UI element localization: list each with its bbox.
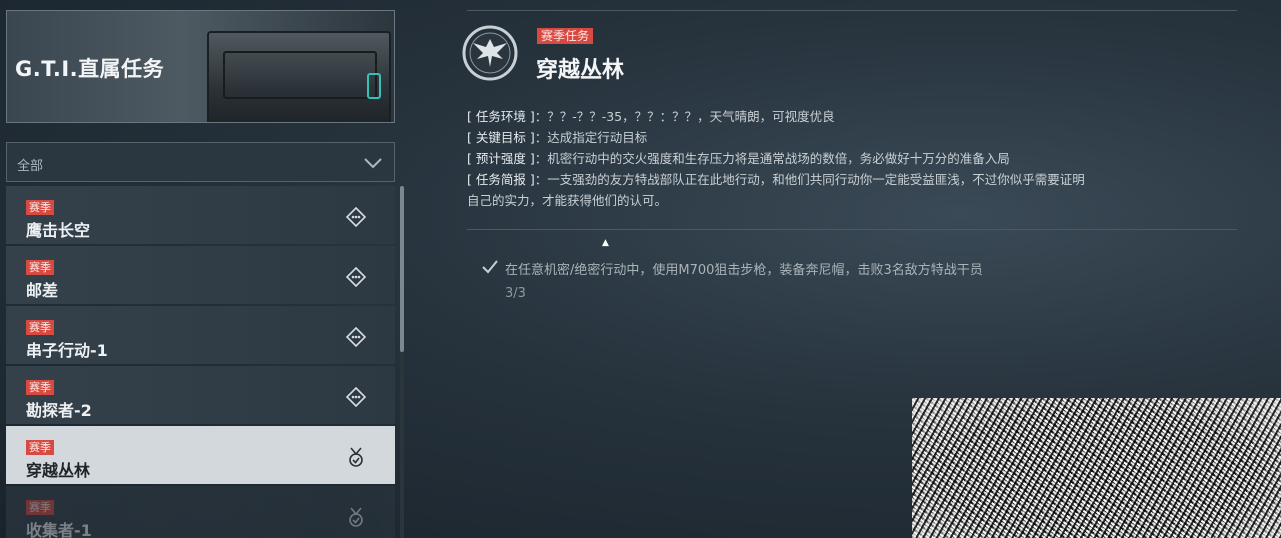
info-row: [ 预计强度 ]：机密行动中的交火强度和生存压力将是通常战场的数倍，务必做好十万… bbox=[467, 148, 1097, 169]
checkmark-icon bbox=[482, 260, 498, 274]
info-row: [ 任务环境 ]：？？-？？-35，？？：？？，天气晴朗，可视度优良 bbox=[467, 106, 1097, 127]
medal-check-icon bbox=[349, 507, 363, 527]
info-row: [ 关键目标 ]：达成指定行动目标 bbox=[467, 127, 1097, 148]
eagle-emblem-icon bbox=[462, 25, 518, 81]
mission-name: 穿越丛林 bbox=[26, 461, 91, 480]
mission-filter-dropdown[interactable]: 全部 bbox=[6, 142, 395, 182]
objective-progress: 3/3 bbox=[505, 286, 526, 301]
season-badge: 赛季 bbox=[26, 200, 54, 215]
season-badge: 赛季 bbox=[26, 380, 54, 395]
objective-mid: ，装备 bbox=[766, 263, 806, 278]
diamond-dots-icon bbox=[345, 206, 367, 228]
objective-pre: 在任意机密/绝密行动中，使用 bbox=[505, 263, 679, 278]
chevron-down-icon bbox=[364, 158, 382, 169]
season-badge: 赛季 bbox=[26, 500, 54, 515]
diamond-dots-icon bbox=[345, 266, 367, 288]
mission-list-item[interactable]: 赛季勘探者-2 bbox=[6, 366, 395, 424]
objective-weapon-link[interactable]: M700狙击步枪 bbox=[678, 263, 766, 278]
mission-list-item[interactable]: 赛季 穿越丛林 bbox=[6, 426, 395, 484]
info-key: [ 任务环境 ] bbox=[467, 109, 535, 124]
mission-name: 鹰击长空 bbox=[26, 221, 91, 240]
mission-name: 勘探者-2 bbox=[26, 401, 92, 420]
objective-post: ，击败3名敌方特战干员 bbox=[844, 263, 983, 278]
info-key: [ 任务简报 ] bbox=[467, 172, 535, 187]
mission-banner: G.T.I.直属任务 bbox=[6, 10, 395, 123]
info-value: ：达成指定行动目标 bbox=[534, 130, 648, 145]
season-badge: 赛季 bbox=[26, 320, 54, 335]
info-row: [ 任务简报 ]：一支强劲的友方特战部队正在此地行动，和他们共同行动你一定能受益… bbox=[467, 169, 1097, 211]
medal-check-icon bbox=[349, 447, 363, 467]
scrollbar-thumb[interactable] bbox=[400, 186, 404, 352]
mission-info: [ 任务环境 ]：？？-？？-35，？？：？？，天气晴朗，可视度优良[ 关键目标… bbox=[467, 106, 1097, 211]
season-mission-tag: 赛季任务 bbox=[537, 28, 594, 44]
supply-case-image bbox=[207, 31, 391, 122]
info-value: ：机密行动中的交火强度和生存压力将是通常战场的数倍，务必做好十万分的准备入局 bbox=[534, 151, 1010, 166]
mission-name: 邮差 bbox=[26, 281, 59, 300]
mission-list-item[interactable]: 赛季 鹰击长空 bbox=[6, 186, 395, 244]
mission-name: 串子行动-1 bbox=[26, 341, 108, 360]
filter-selected-value: 全部 bbox=[17, 159, 44, 174]
mission-title: 穿越丛林 bbox=[536, 58, 625, 83]
diamond-dots-icon bbox=[345, 326, 367, 348]
info-value: ：一支强劲的友方特战部队正在此地行动，和他们共同行动你一定能受益匪浅，不过你似乎… bbox=[467, 172, 1085, 208]
season-badge: 赛季 bbox=[26, 440, 54, 455]
cursor-icon: ▲ bbox=[602, 238, 609, 248]
mission-list-item[interactable]: 赛季 邮差 bbox=[6, 246, 395, 304]
info-key: [ 预计强度 ] bbox=[467, 151, 535, 166]
divider-top bbox=[467, 10, 1237, 11]
diamond-dots-icon bbox=[345, 386, 367, 408]
objective-gear-link[interactable]: 奔尼帽 bbox=[805, 263, 844, 278]
mission-name: 收集者-1 bbox=[26, 521, 92, 538]
mission-list-item[interactable]: 赛季收集者-1 bbox=[6, 486, 395, 538]
info-key: [ 关键目标 ] bbox=[467, 130, 535, 145]
objective-text: 在任意机密/绝密行动中，使用M700狙击步枪，装备奔尼帽，击败3名敌方特战干员 bbox=[505, 259, 983, 278]
mission-list-item[interactable]: 赛季串子行动-1 bbox=[6, 306, 395, 364]
info-value: ：？？-？？-35，？？：？？，天气晴朗，可视度优良 bbox=[534, 109, 835, 124]
season-badge: 赛季 bbox=[26, 260, 54, 275]
banner-title: G.T.I.直属任务 bbox=[15, 57, 165, 81]
divider-middle bbox=[467, 229, 1237, 230]
video-noise-overlay bbox=[912, 398, 1281, 538]
mission-list: 赛季 鹰击长空 赛季 邮差 赛季 串子行动-1 赛季 勘探者-2 赛季 穿越丛林 赛季 收集者-1 bbox=[6, 186, 395, 538]
